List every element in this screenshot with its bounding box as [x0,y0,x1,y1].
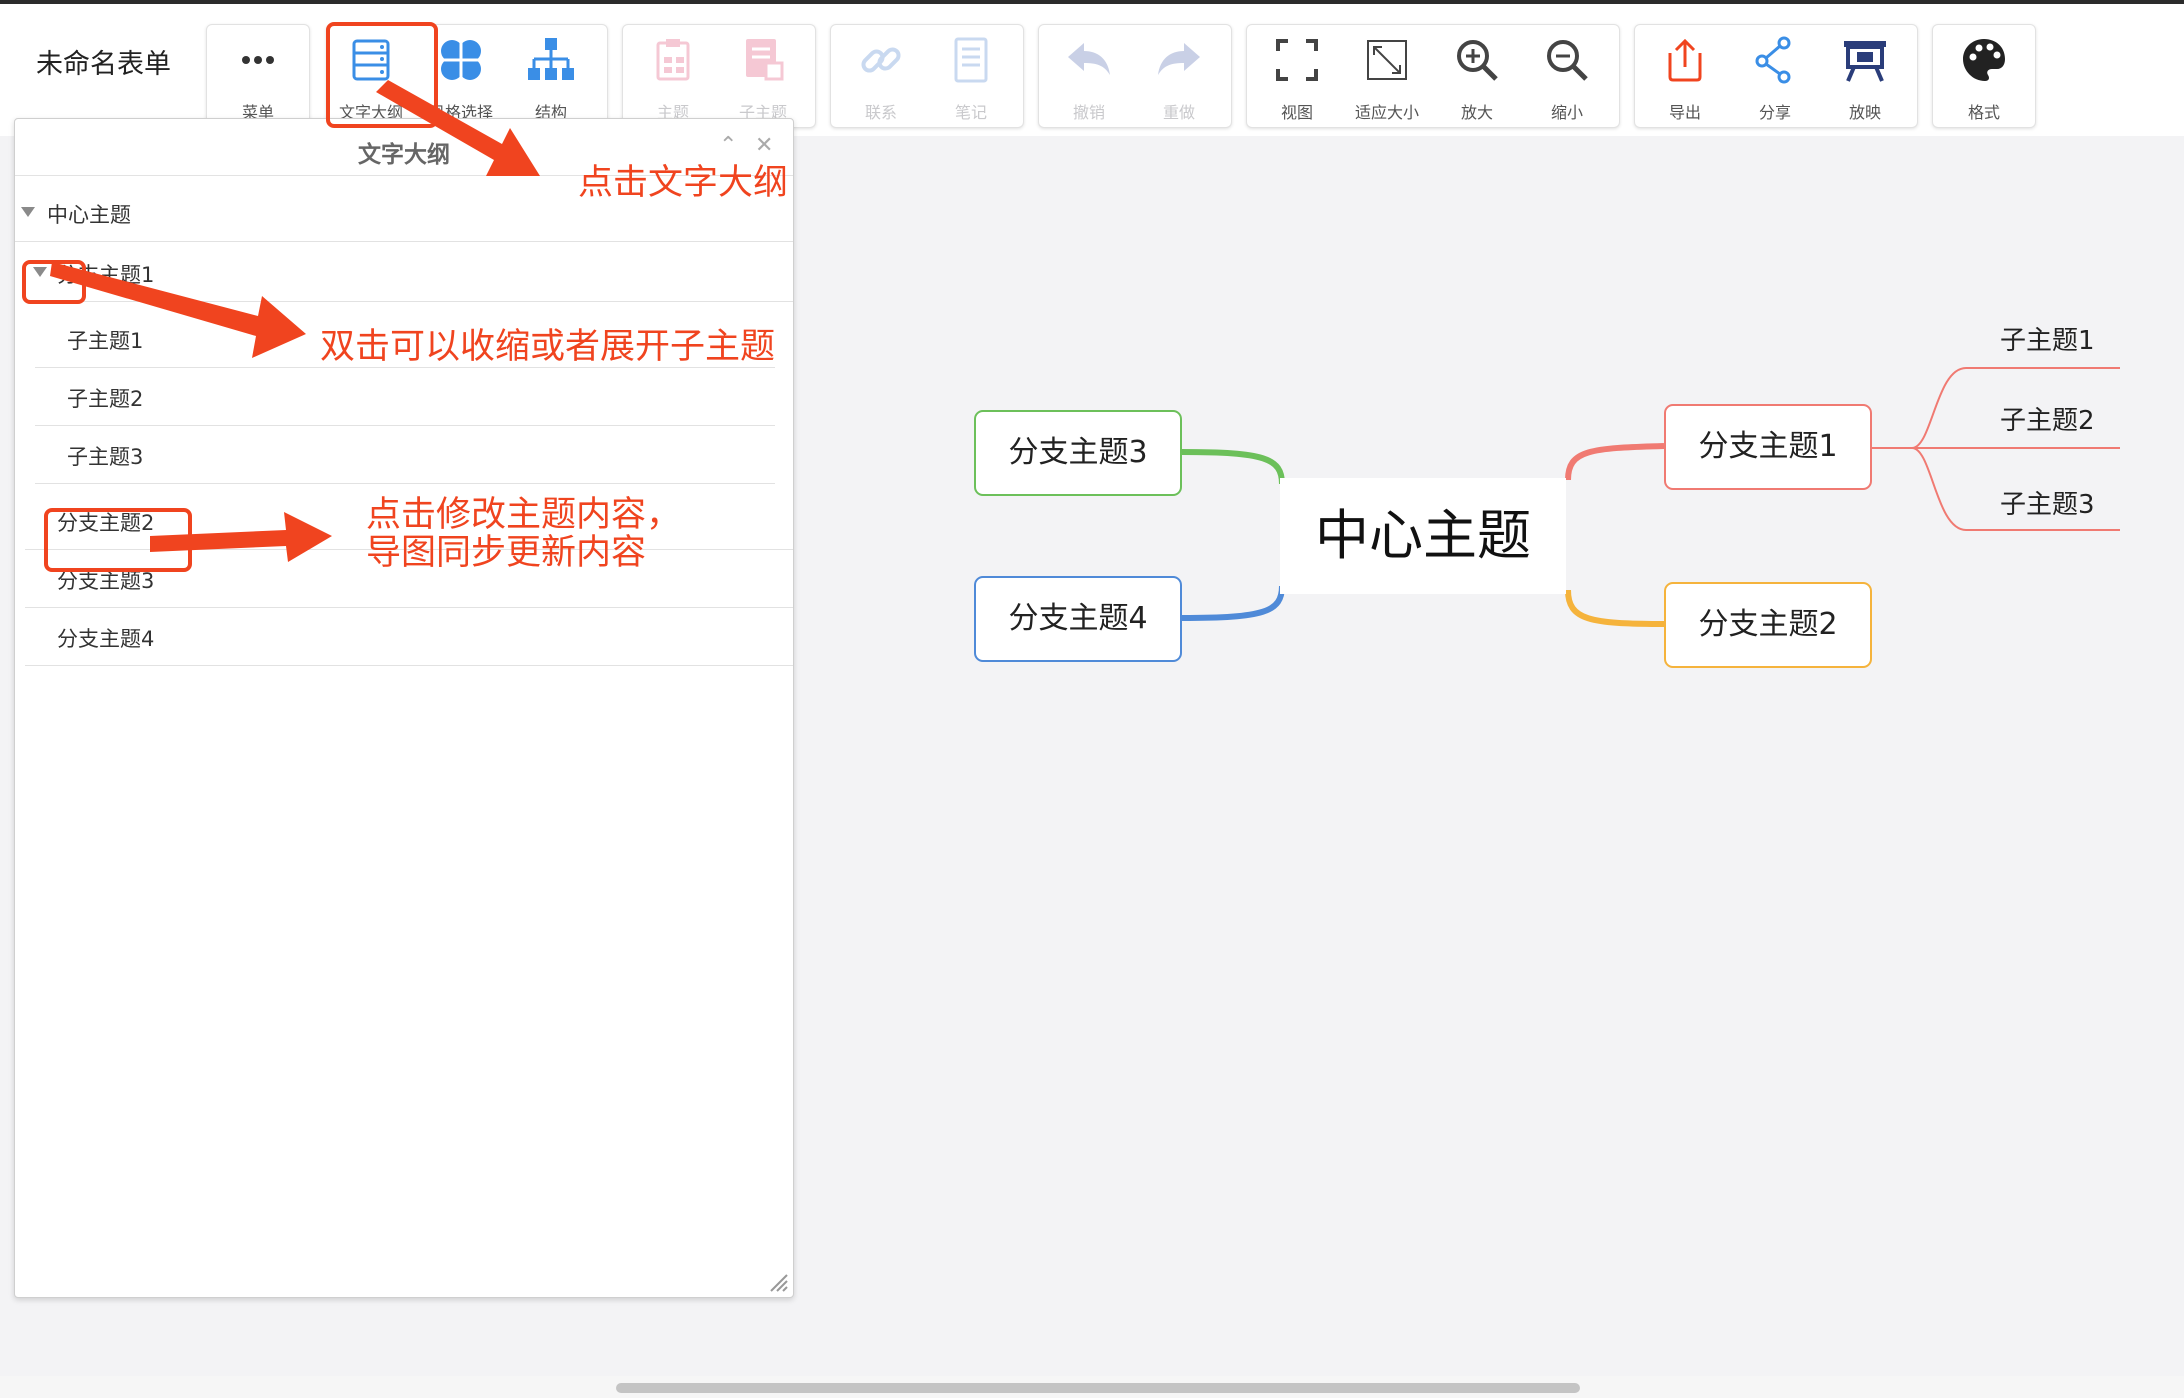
annotation-click-outline: 点击文字大纲 [578,163,789,203]
annotation-edit-line1: 点击修改主题内容， [366,495,682,535]
annotation-double-click: 双击可以收缩或者展开子主题 [320,327,776,367]
arrow-to-outline-note [376,80,540,176]
horizontal-scrollbar-thumb[interactable] [616,1383,1580,1393]
arrow-to-edit-note [150,512,332,562]
annotation-arrows [50,80,540,562]
annotation-edit-line2: 导图同步更新内容 [366,533,647,573]
arrow-to-toggle-note [50,262,306,358]
